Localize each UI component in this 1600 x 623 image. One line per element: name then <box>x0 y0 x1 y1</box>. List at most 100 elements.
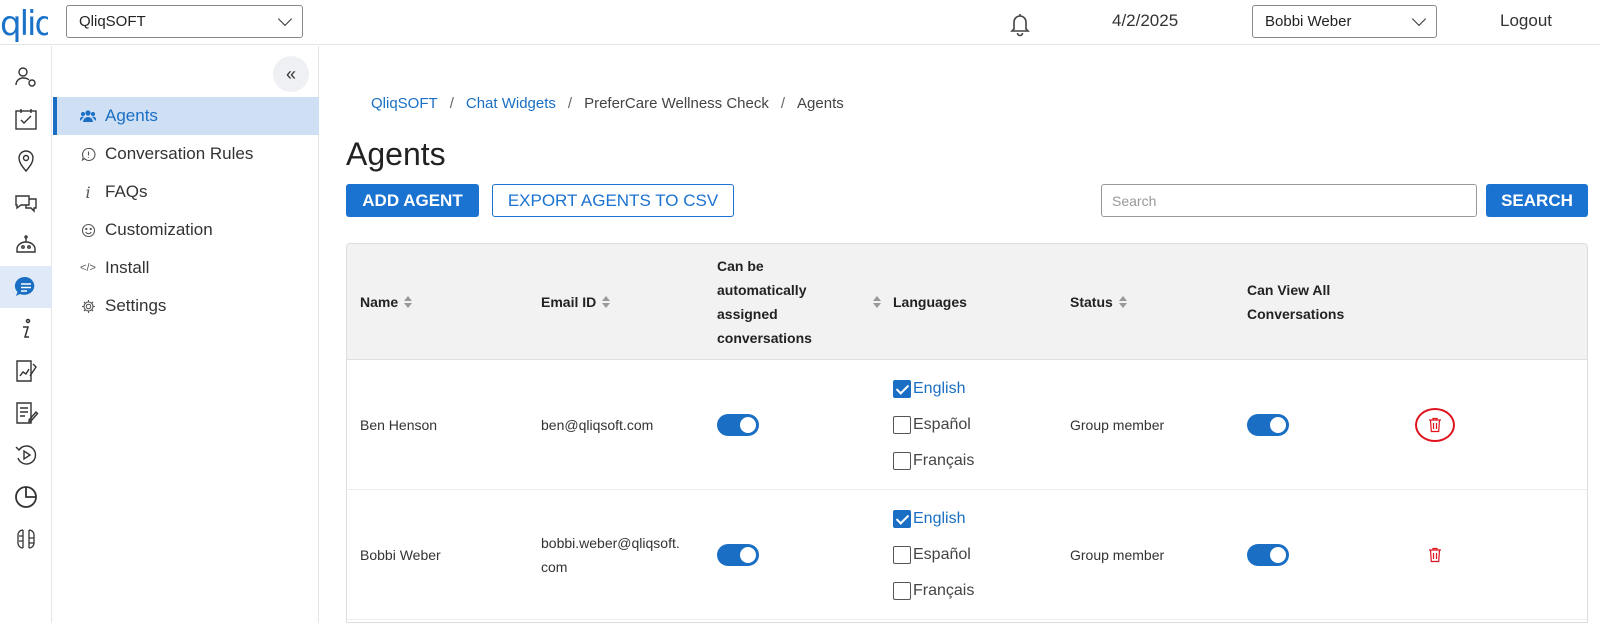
column-header-status[interactable]: Status <box>1070 244 1127 360</box>
users-icon <box>79 109 97 123</box>
sort-icon <box>602 296 611 308</box>
breadcrumb: QliqSOFT / Chat Widgets / PreferCare Wel… <box>371 95 844 112</box>
languages-cell: English Español Français <box>893 360 974 490</box>
rail-item-reports[interactable] <box>0 350 52 392</box>
delete-cell <box>1415 490 1455 620</box>
document-edit-icon <box>16 402 39 424</box>
checkbox-unchecked <box>893 582 911 600</box>
double-chevron-left-icon: « <box>285 63 296 84</box>
sidenav-item-customization[interactable]: Customization <box>53 211 319 249</box>
code-icon: </> <box>80 262 96 274</box>
language-checkbox-espanol[interactable]: Español <box>893 413 974 437</box>
checkbox-unchecked <box>893 546 911 564</box>
gear-icon <box>79 299 97 314</box>
trash-icon <box>1429 417 1441 433</box>
rail-item-ai[interactable] <box>0 518 52 560</box>
language-checkbox-english[interactable]: English <box>893 507 974 531</box>
rules-icon <box>79 147 97 162</box>
sidenav-item-conversation-rules[interactable]: Conversation Rules <box>53 135 319 173</box>
breadcrumb-separator: / <box>449 95 454 112</box>
languages-cell: English Español Français <box>893 490 974 620</box>
auto-assign-toggle[interactable] <box>717 414 759 436</box>
ai-brain-icon <box>17 529 35 549</box>
chevron-down-icon <box>277 11 293 27</box>
rail-item-user-settings[interactable] <box>0 56 52 98</box>
smile-icon <box>79 223 97 238</box>
language-checkbox-english[interactable]: English <box>893 377 974 401</box>
checkbox-checked <box>893 380 911 398</box>
checkbox-unchecked <box>893 452 911 470</box>
sidenav-item-label: Settings <box>105 296 167 315</box>
rail-item-locations[interactable] <box>0 140 52 182</box>
logout-link[interactable]: Logout <box>1500 11 1552 31</box>
agent-name: Bobbi Weber <box>360 547 441 563</box>
chat-widget-icon <box>14 276 35 296</box>
auto-assign-toggle[interactable] <box>717 544 759 566</box>
sidenav-item-install[interactable]: </> Install <box>53 249 319 287</box>
robot-icon <box>16 235 36 253</box>
export-agents-csv-button[interactable]: EXPORT AGENTS TO CSV <box>492 184 734 217</box>
view-all-toggle[interactable] <box>1247 544 1289 566</box>
info-icon: i <box>85 182 91 202</box>
sidenav-item-settings[interactable]: Settings <box>53 287 319 325</box>
user-select[interactable]: Bobbi Weber <box>1252 5 1437 38</box>
rail-item-info[interactable] <box>0 308 52 350</box>
organization-select-value: QliqSOFT <box>79 13 146 30</box>
agent-status: Group member <box>1070 547 1165 563</box>
column-header-auto-assign[interactable]: Can be automatically assigned conversati… <box>717 244 881 360</box>
search-button[interactable]: SEARCH <box>1486 184 1588 217</box>
delete-agent-button[interactable] <box>1415 538 1455 572</box>
search-input[interactable] <box>1101 184 1477 217</box>
breadcrumb-chat-widgets[interactable]: Chat Widgets <box>466 95 556 112</box>
sidenav-item-faqs[interactable]: i FAQs <box>53 173 319 211</box>
add-agent-button[interactable]: ADD AGENT <box>346 184 479 217</box>
document-chart-icon <box>16 360 37 382</box>
bell-icon[interactable] <box>1005 8 1035 38</box>
breadcrumb-qliqsoft[interactable]: QliqSOFT <box>371 95 438 112</box>
rail-item-bots[interactable] <box>0 224 52 266</box>
column-header-view-all: Can View All Conversations <box>1247 282 1345 322</box>
rail-item-history[interactable] <box>0 434 52 476</box>
view-all-cell <box>1247 360 1289 490</box>
column-header-languages: Languages <box>893 294 967 310</box>
agent-email: ben@qliqsoft.com <box>541 417 654 433</box>
user-select-value: Bobbi Weber <box>1265 13 1352 30</box>
qliq-logo: qliq <box>0 4 48 44</box>
agent-email: bobbi.weber@qliqsoft. com <box>541 535 680 575</box>
current-date: 4/2/2025 <box>1112 11 1179 30</box>
breadcrumb-widget-name: PreferCare Wellness Check <box>584 95 769 112</box>
collapse-sidebar-button[interactable]: « <box>273 56 309 92</box>
sidenav-item-agents[interactable]: Agents <box>53 97 319 135</box>
rail-item-chat-widgets[interactable] <box>0 266 52 308</box>
checkbox-checked <box>893 510 911 528</box>
info-icon <box>23 318 31 338</box>
table-row: Ben Henson ben@qliqsoft.com English Espa… <box>347 360 1587 490</box>
chat-bubbles-icon <box>15 195 37 213</box>
sidenav-item-label: Customization <box>105 220 213 239</box>
language-checkbox-francais[interactable]: Français <box>893 449 974 473</box>
checkbox-unchecked <box>893 416 911 434</box>
agents-table: Name Email ID Can be automatically assig… <box>346 243 1588 623</box>
delete-agent-button[interactable] <box>1415 408 1455 442</box>
history-icon <box>15 445 37 465</box>
language-checkbox-francais[interactable]: Français <box>893 579 974 603</box>
table-row: Bobbi Weber bobbi.weber@qliqsoft. com En… <box>347 490 1587 620</box>
language-checkbox-espanol[interactable]: Español <box>893 543 974 567</box>
organization-select[interactable]: QliqSOFT <box>66 5 303 38</box>
sort-icon <box>404 296 413 308</box>
sidenav-item-label: FAQs <box>105 182 148 201</box>
rail-item-conversations[interactable] <box>0 182 52 224</box>
delete-cell <box>1415 360 1455 490</box>
rail-item-tasks[interactable] <box>0 98 52 140</box>
sidenav-item-label: Agents <box>105 106 158 125</box>
column-header-email[interactable]: Email ID <box>541 244 611 360</box>
pie-chart-icon <box>15 486 37 508</box>
rail-item-analytics[interactable] <box>0 476 52 518</box>
column-header-name[interactable]: Name <box>360 244 413 360</box>
map-pin-icon <box>18 150 34 173</box>
rail-item-forms[interactable] <box>0 392 52 434</box>
view-all-toggle[interactable] <box>1247 414 1289 436</box>
breadcrumb-separator: / <box>567 95 573 112</box>
sort-icon <box>1118 296 1127 308</box>
side-nav: « Agents Conversation Rules i FAQs Custo… <box>53 46 319 623</box>
